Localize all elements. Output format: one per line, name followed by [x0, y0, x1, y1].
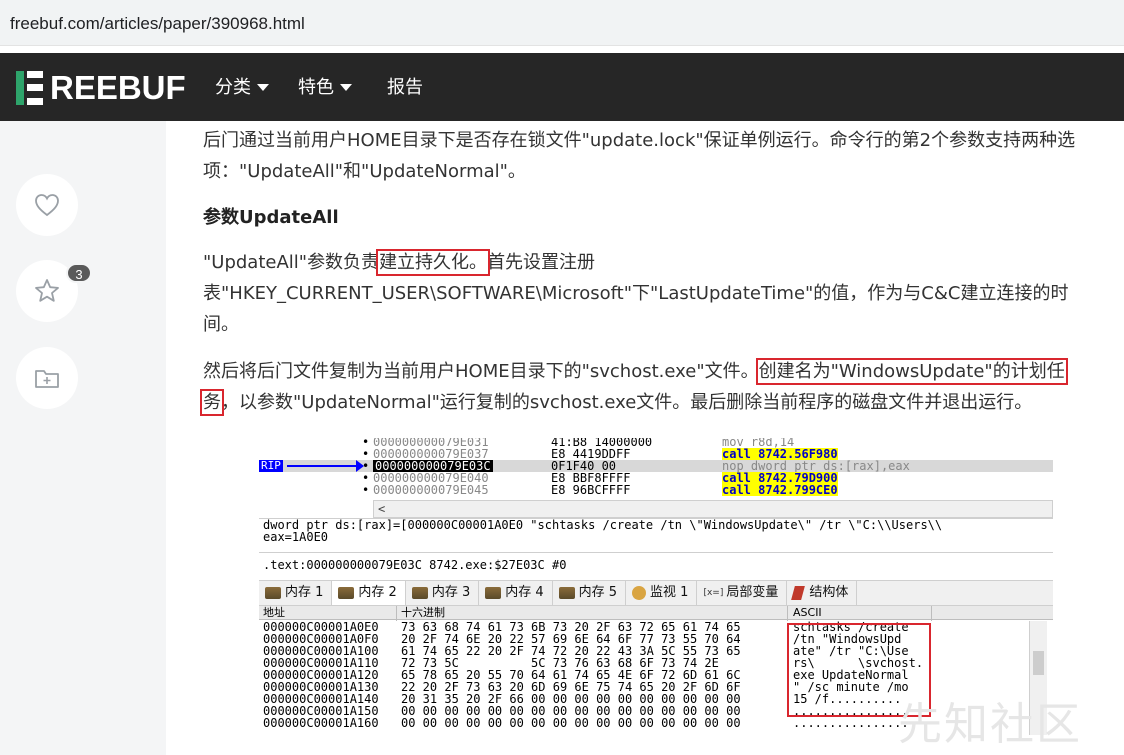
nav-item-label: 报告	[387, 77, 423, 97]
tab-memory-5: 内存 5	[553, 581, 627, 605]
text-line: 然后将后门文件复制为当前用户HOME目录下的"svchost.exe"文件。创建…	[203, 356, 1113, 387]
info-line: dword ptr ds:[rax]=[000000C00001A0E0 "sc…	[263, 518, 943, 532]
tab-label: 局部变量	[726, 585, 779, 600]
text-line: 项："UpdateAll"和"UpdateNormal"。	[203, 161, 526, 182]
paragraph-update-all: "UpdateAll"参数负责建立持久化。首先设置注册 表"HKEY_CURRE…	[203, 247, 1113, 340]
info-panel: dword ptr ds:[rax]=[000000C00001A0E0 "sc…	[259, 518, 1053, 548]
url-text[interactable]: freebuf.com/articles/paper/390968.html	[0, 12, 1124, 36]
hex-header: 地址 十六进制 ASCII	[259, 606, 1053, 620]
tab-label: 内存 5	[578, 585, 618, 600]
nav-item-label: 特色	[298, 77, 334, 97]
tab-label: 内存 1	[285, 585, 324, 600]
memory-icon	[485, 587, 502, 599]
memory-icon	[411, 587, 428, 599]
memory-icon	[338, 587, 355, 599]
section-heading: 参数UpdateAll	[203, 207, 339, 228]
hex-bytes: 00 00 00 00 00 00 00 00 00 00 00 00 00 0…	[401, 716, 741, 730]
memory-tabs: 内存 1 内存 2 内存 3 内存 4 内存 5 监视 1 [x=] 局部变量 结…	[259, 580, 1053, 606]
collect-folder-button[interactable]	[16, 347, 78, 409]
freebuf-logo[interactable]: REEBUF	[16, 70, 186, 106]
rip-arrow-icon	[287, 460, 364, 472]
struct-icon	[791, 586, 806, 600]
disasm-horizontal-scrollbar: <	[373, 500, 1053, 518]
rip-label: RIP	[259, 459, 283, 472]
text-span: 首先设置注册	[487, 252, 596, 273]
nav-item-label: 分类	[215, 77, 251, 97]
header-address: 地址	[263, 606, 285, 619]
text-span: "UpdateAll"参数负责	[203, 252, 380, 273]
disasm-bytes: E8 96BCFFFF	[551, 483, 631, 497]
tab-label: 结构体	[809, 585, 849, 600]
tab-memory-4: 内存 4	[479, 581, 553, 605]
nav-item-reports[interactable]: 报告	[387, 75, 423, 99]
hex-ascii: ................	[793, 716, 909, 730]
memory-icon	[265, 587, 281, 599]
watch-icon	[632, 586, 647, 600]
chevron-down-icon	[340, 83, 352, 91]
browser-address-bar[interactable]: freebuf.com/articles/paper/390968.html	[0, 0, 1124, 46]
tab-label: 内存 3	[431, 585, 471, 600]
logo-mark-icon	[16, 71, 46, 105]
locals-icon: [x=]	[703, 588, 724, 598]
favorite-count-badge: 3	[66, 263, 92, 283]
site-header: REEBUF 分类 特色 报告	[0, 53, 1124, 121]
text-line: 务，以参数"UpdateNormal"运行复制的svchost.exe文件。最后…	[200, 387, 1113, 418]
text-line: 间。	[203, 314, 239, 335]
info-line: eax=1A0E0	[263, 530, 329, 544]
location-line: .text:000000000079E03C 8742.exe:$27E03C …	[259, 552, 1053, 576]
tab-label: 内存 4	[505, 585, 544, 600]
header-hex: 十六进制	[401, 606, 445, 619]
disasm-row: • 000000000079E045 E8 96BCFFFF call 8742…	[362, 483, 838, 497]
highlight-scheduled-task: 创建名为"WindowsUpdate"的计划任	[755, 358, 1068, 385]
logo-text: REEBUF	[50, 69, 186, 106]
tab-memory-1: 内存 1	[259, 581, 333, 605]
disasm-instruction: call 8742.799CE0	[722, 483, 838, 497]
header-ascii: ASCII	[793, 606, 822, 619]
chevron-down-icon	[257, 83, 269, 91]
nav-item-category[interactable]: 分类	[215, 75, 269, 99]
star-icon	[35, 279, 59, 302]
disasm-address: 000000000079E045	[373, 483, 489, 497]
text-line: 表"HKEY_CURRENT_USER\SOFTWARE\Microsoft"下…	[203, 283, 1069, 304]
paragraph-scheduled-task: 然后将后门文件复制为当前用户HOME目录下的"svchost.exe"文件。创建…	[200, 356, 1113, 418]
memory-icon	[558, 587, 575, 599]
nav-item-featured[interactable]: 特色	[298, 75, 352, 99]
tab-watch-1: 监视 1	[626, 581, 698, 605]
paragraph-single-instance: 后门通过当前用户HOME目录下是否存在锁文件"update.lock"保证单例运…	[203, 125, 1113, 187]
tab-label: 内存 2	[358, 585, 397, 600]
highlight-scheduled-task-end: 务	[200, 389, 224, 416]
like-button[interactable]	[16, 174, 78, 236]
text-line: 后门通过当前用户HOME目录下是否存在锁文件"update.lock"保证单例运…	[203, 130, 1076, 151]
tab-locals: [x=] 局部变量	[697, 581, 788, 605]
tab-memory-2: 内存 2	[332, 581, 406, 605]
tab-memory-3: 内存 3	[406, 581, 480, 605]
hex-address: 000000C00001A160	[263, 716, 379, 730]
highlight-persistence: 建立持久化。	[376, 249, 491, 276]
heart-icon	[35, 194, 59, 217]
text-line: "UpdateAll"参数负责建立持久化。首先设置注册	[203, 247, 1113, 278]
tab-struct: 结构体	[787, 581, 858, 605]
tab-label: 监视 1	[650, 585, 689, 600]
text-span: 然后将后门文件复制为当前用户HOME目录下的"svchost.exe"文件。	[203, 361, 759, 382]
text-span: ，以参数"UpdateNormal"运行复制的svchost.exe文件。最后删…	[221, 392, 1033, 413]
chevron-left-icon: <	[378, 502, 386, 516]
folder-add-icon	[35, 370, 59, 388]
disassembly-view: • 000000000079E031 41:B8 14000000 mov r8…	[259, 438, 1053, 500]
watermark: 先知社区	[898, 699, 1082, 750]
